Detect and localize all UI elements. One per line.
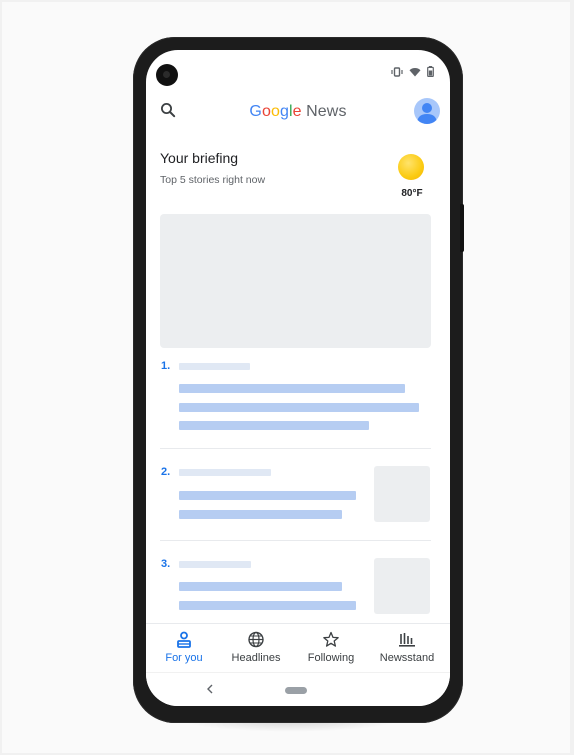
temperature-readout: 80°F [401,188,423,199]
story-thumbnail [374,466,430,522]
vibrate-icon [391,66,403,77]
headline-line-placeholder [179,510,342,519]
bottom-navigation: For you Headlines Following Newsstand [146,623,450,672]
nav-label: For you [165,652,203,664]
nav-label: Newsstand [379,652,435,664]
story-source-placeholder [179,363,250,370]
star-icon [323,631,339,647]
divider [160,540,431,541]
for-you-icon [177,631,191,648]
story-number: 3. [161,558,171,570]
briefing-subtitle: Top 5 stories right now [160,174,266,186]
logo-google-text: Google [249,103,302,120]
headline-line-placeholder [179,403,419,412]
headline-line-placeholder [179,421,369,430]
nav-label: Headlines [231,652,281,664]
home-pill[interactable] [285,687,307,694]
story-source-placeholder [179,469,271,476]
globe-icon [248,631,264,648]
story-number: 2. [161,466,171,478]
nav-newsstand[interactable]: Newsstand [369,624,445,672]
nav-following[interactable]: Following [293,624,369,672]
system-navigation-bar [146,672,450,706]
account-icon [417,103,437,124]
story-thumbnail [374,558,430,614]
nav-for-you[interactable]: For you [146,624,222,672]
nav-label: Following [307,652,355,664]
divider [160,448,431,449]
hero-image-placeholder[interactable] [160,214,431,348]
sun-icon [398,154,424,180]
briefing-title: Your briefing [160,150,239,166]
battery-icon [427,66,434,77]
status-bar [391,66,434,77]
avatar[interactable] [414,98,440,124]
phone-screen: Google News Your briefing Top 5 stories … [146,50,450,706]
story-source-placeholder [179,561,251,568]
logo-news-text: News [306,103,347,120]
app-top-bar: Google News [146,94,450,130]
story-number: 1. [161,360,171,372]
back-icon[interactable] [206,684,214,694]
headline-line-placeholder [179,582,342,591]
headline-line-placeholder [179,601,356,610]
newsstand-icon [399,633,415,647]
google-news-logo: Google News [146,103,450,121]
nav-headlines[interactable]: Headlines [218,624,294,672]
phone-side-button [460,204,464,252]
front-camera [156,64,178,86]
headline-line-placeholder [179,491,356,500]
headline-line-placeholder [179,384,405,393]
wifi-icon [409,67,421,76]
